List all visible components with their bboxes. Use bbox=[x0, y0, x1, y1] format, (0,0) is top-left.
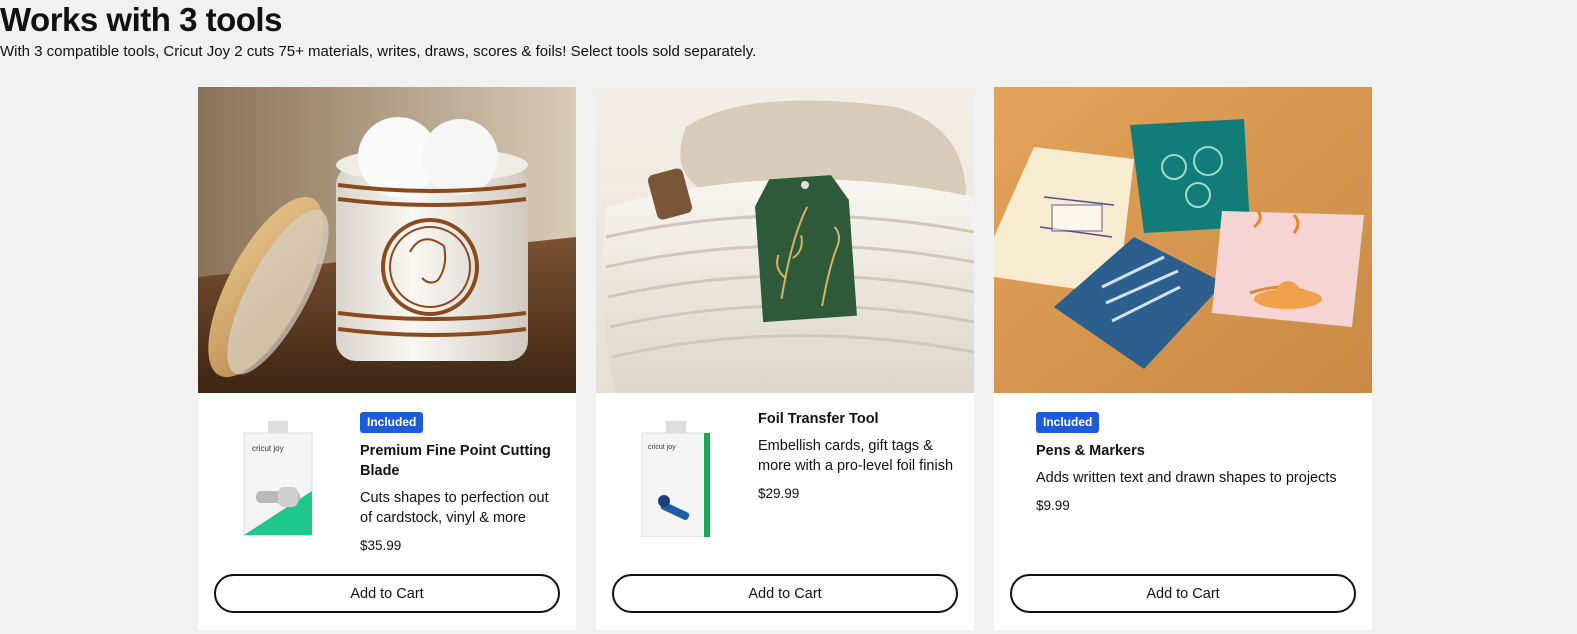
add-to-cart-button[interactable]: Add to Cart bbox=[1010, 574, 1356, 613]
included-badge: Included bbox=[1036, 412, 1100, 433]
product-price: $29.99 bbox=[758, 486, 800, 501]
product-name: Premium Fine Point Cutting Blade bbox=[360, 443, 551, 479]
add-to-cart-button[interactable]: Add to Cart bbox=[214, 574, 560, 613]
product-cards: cricut joy Included Premium Fine Point C… bbox=[198, 87, 1372, 630]
included-badge: Included bbox=[360, 412, 424, 433]
product-lifestyle-image bbox=[596, 87, 974, 393]
product-description: Cuts shapes to perfection out of cardsto… bbox=[360, 490, 549, 526]
product-lifestyle-image bbox=[198, 87, 576, 393]
product-name: Pens & Markers bbox=[1036, 443, 1145, 459]
product-card-pens-markers: Included Pens & Markers Adds written tex… bbox=[994, 87, 1372, 630]
product-card-cutting-blade: cricut joy Included Premium Fine Point C… bbox=[198, 87, 576, 630]
product-description: Embellish cards, gift tags & more with a… bbox=[758, 438, 954, 474]
product-card-foil-tool: cricut joy Foil Transfer Tool Embellish … bbox=[596, 87, 974, 630]
section-subtitle: With 3 compatible tools, Cricut Joy 2 cu… bbox=[0, 43, 757, 60]
thumb-brand-text: cricut joy bbox=[648, 444, 676, 451]
section-title: Works with 3 tools bbox=[0, 1, 282, 38]
thumb-brand-text: cricut joy bbox=[252, 444, 284, 453]
product-info: Included Premium Fine Point Cutting Blad… bbox=[360, 412, 558, 555]
add-to-cart-button[interactable]: Add to Cart bbox=[612, 574, 958, 613]
product-info: Included Pens & Markers Adds written tex… bbox=[1036, 412, 1354, 515]
product-description: Adds written text and drawn shapes to pr… bbox=[1036, 470, 1337, 486]
product-price: $9.99 bbox=[1036, 498, 1070, 513]
section-header: Works with 3 tools With 3 compatible too… bbox=[0, 0, 756, 63]
product-price: $35.99 bbox=[360, 538, 402, 553]
product-thumbnail-blade: cricut joy bbox=[242, 421, 314, 537]
product-info: Foil Transfer Tool Embellish cards, gift… bbox=[758, 409, 956, 503]
product-name: Foil Transfer Tool bbox=[758, 411, 879, 427]
product-thumbnail-foil-tool: cricut joy bbox=[640, 421, 712, 537]
product-lifestyle-image bbox=[994, 87, 1372, 393]
